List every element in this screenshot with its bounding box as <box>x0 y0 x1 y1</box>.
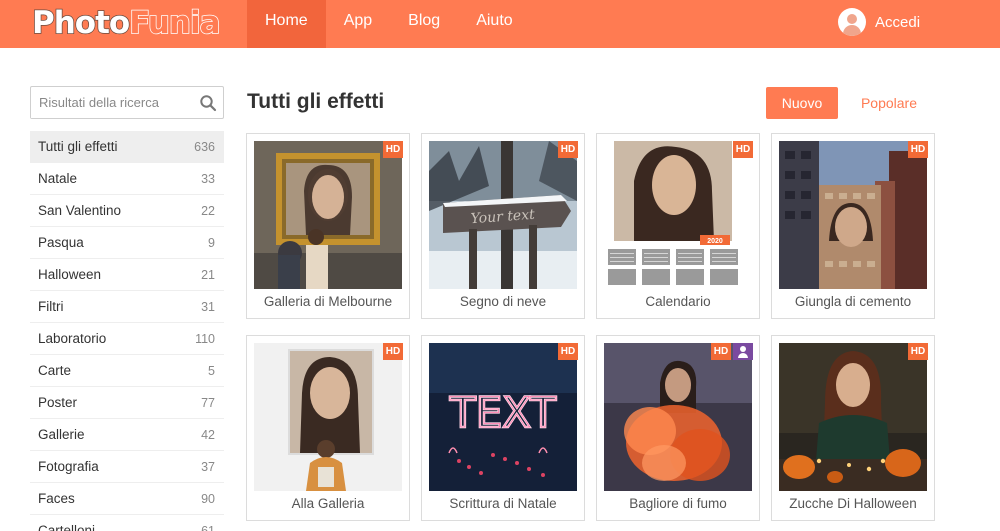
effect-card-halloween-pumpkins[interactable]: HD Zucche Di Halloween <box>771 335 935 521</box>
top-navbar: Photo Funia Home App Blog Aiuto Accedi <box>0 0 1000 48</box>
category-label: Gallerie <box>38 427 85 442</box>
effect-card-title: Zucche Di Halloween <box>789 496 917 511</box>
effect-card-calendar[interactable]: 2020 HD Calendario <box>596 133 760 319</box>
photofunia-logo[interactable]: Photo Funia <box>31 4 221 42</box>
category-count: 31 <box>201 299 215 314</box>
user-photo-icon <box>733 343 753 360</box>
category-item-halloween[interactable]: Halloween 21 <box>30 259 224 291</box>
category-count: 110 <box>195 331 215 346</box>
category-label: Filtri <box>38 299 64 314</box>
category-count: 5 <box>208 363 215 378</box>
category-item-christmas[interactable]: Natale 33 <box>30 163 224 195</box>
hd-badge: HD <box>383 141 403 158</box>
category-item-posters[interactable]: Poster 77 <box>30 387 224 419</box>
category-label: Laboratorio <box>38 331 107 346</box>
category-label: Tutti gli effetti <box>38 139 118 154</box>
effect-thumbnail: TEXT TEXT <box>429 343 577 491</box>
nav-home[interactable]: Home <box>247 0 326 48</box>
category-item-cards[interactable]: Carte 5 <box>30 355 224 387</box>
effect-card-title: Alla Galleria <box>291 496 365 511</box>
effect-card-melbourne-gallery[interactable]: HD Galleria di Melbourne <box>246 133 410 319</box>
category-item-galleries[interactable]: Gallerie 42 <box>30 419 224 451</box>
category-list: Tutti gli effetti 636 Natale 33 San Valent… <box>30 131 224 531</box>
effect-card-smoke-glow[interactable]: HD Bagliore di fumo <box>596 335 760 521</box>
category-count: 33 <box>201 171 215 186</box>
category-item-all-effects[interactable]: Tutti gli effetti 636 <box>30 131 224 163</box>
logo-text-photo: Photo <box>31 4 131 42</box>
nav-blog[interactable]: Blog <box>390 0 458 48</box>
category-count: 9 <box>208 235 215 250</box>
hd-badge: HD <box>558 343 578 360</box>
sort-new-button[interactable]: Nuovo <box>766 87 838 119</box>
nav-app[interactable]: App <box>326 0 390 48</box>
category-item-photography[interactable]: Fotografia 37 <box>30 451 224 483</box>
category-count: 61 <box>201 523 215 531</box>
category-count: 90 <box>201 491 215 506</box>
category-label: Poster <box>38 395 78 410</box>
search-icon[interactable] <box>199 94 217 112</box>
category-count: 42 <box>201 427 215 442</box>
calendar-year-text: 2020 <box>707 238 723 245</box>
search-input[interactable] <box>31 87 191 118</box>
category-label: San Valentino <box>38 203 122 218</box>
category-label: Carte <box>38 363 72 378</box>
effect-card-title: Scrittura di Natale <box>449 496 557 511</box>
effect-card-title: Segno di neve <box>459 294 547 309</box>
search-box <box>30 86 224 119</box>
effect-thumbnail <box>779 141 927 289</box>
hd-badge: HD <box>558 141 578 158</box>
effect-card-concrete-jungle[interactable]: HD Giungla di cemento <box>771 133 935 319</box>
login-button[interactable]: Accedi <box>838 7 920 37</box>
category-item-filters[interactable]: Filtri 31 <box>30 291 224 323</box>
effect-thumbnail: Your text <box>429 141 577 289</box>
nav-help[interactable]: Aiuto <box>458 0 530 48</box>
effect-card-christmas-writing[interactable]: TEXT TEXT HD Scrittura di Natale <box>421 335 585 521</box>
page-title: Tutti gli effetti <box>247 90 385 113</box>
category-count: 37 <box>201 459 215 474</box>
effect-card-snow-sign[interactable]: Your text HD Segno di neve <box>421 133 585 319</box>
category-count: 636 <box>194 139 215 154</box>
effect-thumbnail <box>604 343 752 491</box>
effect-card-title: Bagliore di fumo <box>629 496 727 511</box>
category-item-faces[interactable]: Faces 90 <box>30 483 224 515</box>
hd-badge: HD <box>733 141 753 158</box>
category-item-easter[interactable]: Pasqua 9 <box>30 227 224 259</box>
hd-badge: HD <box>383 343 403 360</box>
category-count: 22 <box>201 203 215 218</box>
category-label: Fotografia <box>38 459 99 474</box>
category-item-billboards[interactable]: Cartelloni 61 <box>30 515 224 531</box>
category-label: Pasqua <box>38 235 84 250</box>
category-label: Natale <box>38 171 78 186</box>
effect-card-at-the-gallery[interactable]: HD Alla Galleria <box>246 335 410 521</box>
effect-card-title: Galleria di Melbourne <box>263 294 393 309</box>
user-avatar-icon <box>838 8 866 36</box>
sort-popular-button[interactable]: Popolare <box>850 87 928 119</box>
category-item-valentine[interactable]: San Valentino 22 <box>30 195 224 227</box>
main-nav: Home App Blog Aiuto <box>247 0 531 48</box>
hd-badge: HD <box>908 141 928 158</box>
category-count: 21 <box>201 267 215 282</box>
category-label: Faces <box>38 491 75 506</box>
effect-thumbnail <box>779 343 927 491</box>
neon-text-glow: TEXT <box>449 388 556 437</box>
hd-badge: HD <box>711 343 731 360</box>
logo-text-funia: Funia <box>128 4 221 42</box>
effect-thumbnail <box>254 343 402 491</box>
category-item-lab[interactable]: Laboratorio 110 <box>30 323 224 355</box>
category-label: Halloween <box>38 267 102 282</box>
effect-card-title: Calendario <box>645 294 711 309</box>
hd-badge: HD <box>908 343 928 360</box>
effect-thumbnail <box>254 141 402 289</box>
category-count: 77 <box>201 395 215 410</box>
effect-thumbnail: 2020 <box>604 141 752 289</box>
effect-card-title: Giungla di cemento <box>794 294 912 309</box>
category-label: Cartelloni <box>38 523 96 531</box>
login-label: Accedi <box>875 13 921 31</box>
